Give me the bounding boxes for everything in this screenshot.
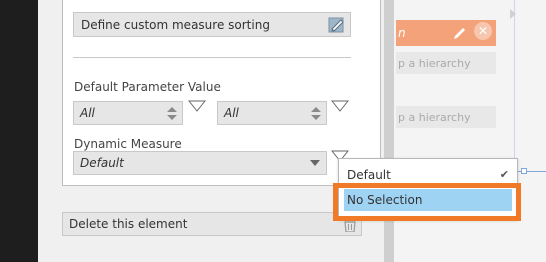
parameter-combo-2[interactable]: All	[217, 101, 327, 125]
dynamic-measure-select[interactable]: Default	[73, 151, 327, 175]
spinner-icon[interactable]	[310, 106, 322, 121]
dropdown-triangle-icon[interactable]	[188, 100, 206, 112]
close-icon[interactable]: ✕	[474, 22, 492, 40]
panel-divider[interactable]	[384, 0, 394, 262]
hierarchy-dropzone-2-text: p a hierarchy	[398, 110, 471, 124]
hierarchy-dropzone-1[interactable]: p a hierarchy	[396, 52, 496, 74]
hierarchy-dropzone-1-text: p a hierarchy	[398, 56, 471, 70]
pencil-icon[interactable]	[452, 24, 468, 40]
checkmark-icon: ✔	[499, 168, 509, 181]
pencil-icon[interactable]	[328, 16, 346, 34]
default-parameter-label: Default Parameter Value	[74, 80, 221, 94]
dropdown-option-default-label: Default	[347, 168, 391, 182]
chevron-down-icon[interactable]	[310, 160, 320, 167]
delete-label: Delete this element	[69, 217, 188, 231]
spinner-icon[interactable]	[166, 106, 178, 121]
custom-measure-sorting-button[interactable]: Define custom measure sorting	[73, 12, 351, 37]
selection-guide-line	[514, 171, 546, 172]
dynamic-measure-label: Dynamic Measure	[74, 137, 182, 151]
parameter-combo-1-value: All	[80, 106, 95, 120]
parameter-combo-1[interactable]: All	[73, 101, 183, 125]
dynamic-measure-value: Default	[80, 156, 124, 170]
measure-header-text: n	[398, 26, 406, 40]
hierarchy-dropzone-2[interactable]: p a hierarchy	[396, 106, 496, 128]
custom-sort-label: Define custom measure sorting	[81, 17, 270, 32]
highlight-annotation-frame	[333, 183, 521, 221]
parameter-combo-2-value: All	[224, 106, 239, 120]
dropdown-triangle-icon[interactable]	[331, 100, 349, 112]
chevron-right-icon[interactable]	[508, 8, 518, 20]
resize-handle[interactable]	[521, 168, 527, 174]
separator-line	[73, 57, 351, 58]
delete-element-button[interactable]: Delete this element	[62, 212, 362, 236]
canvas-guide-line	[514, 0, 515, 180]
left-dark-strip	[0, 0, 38, 262]
